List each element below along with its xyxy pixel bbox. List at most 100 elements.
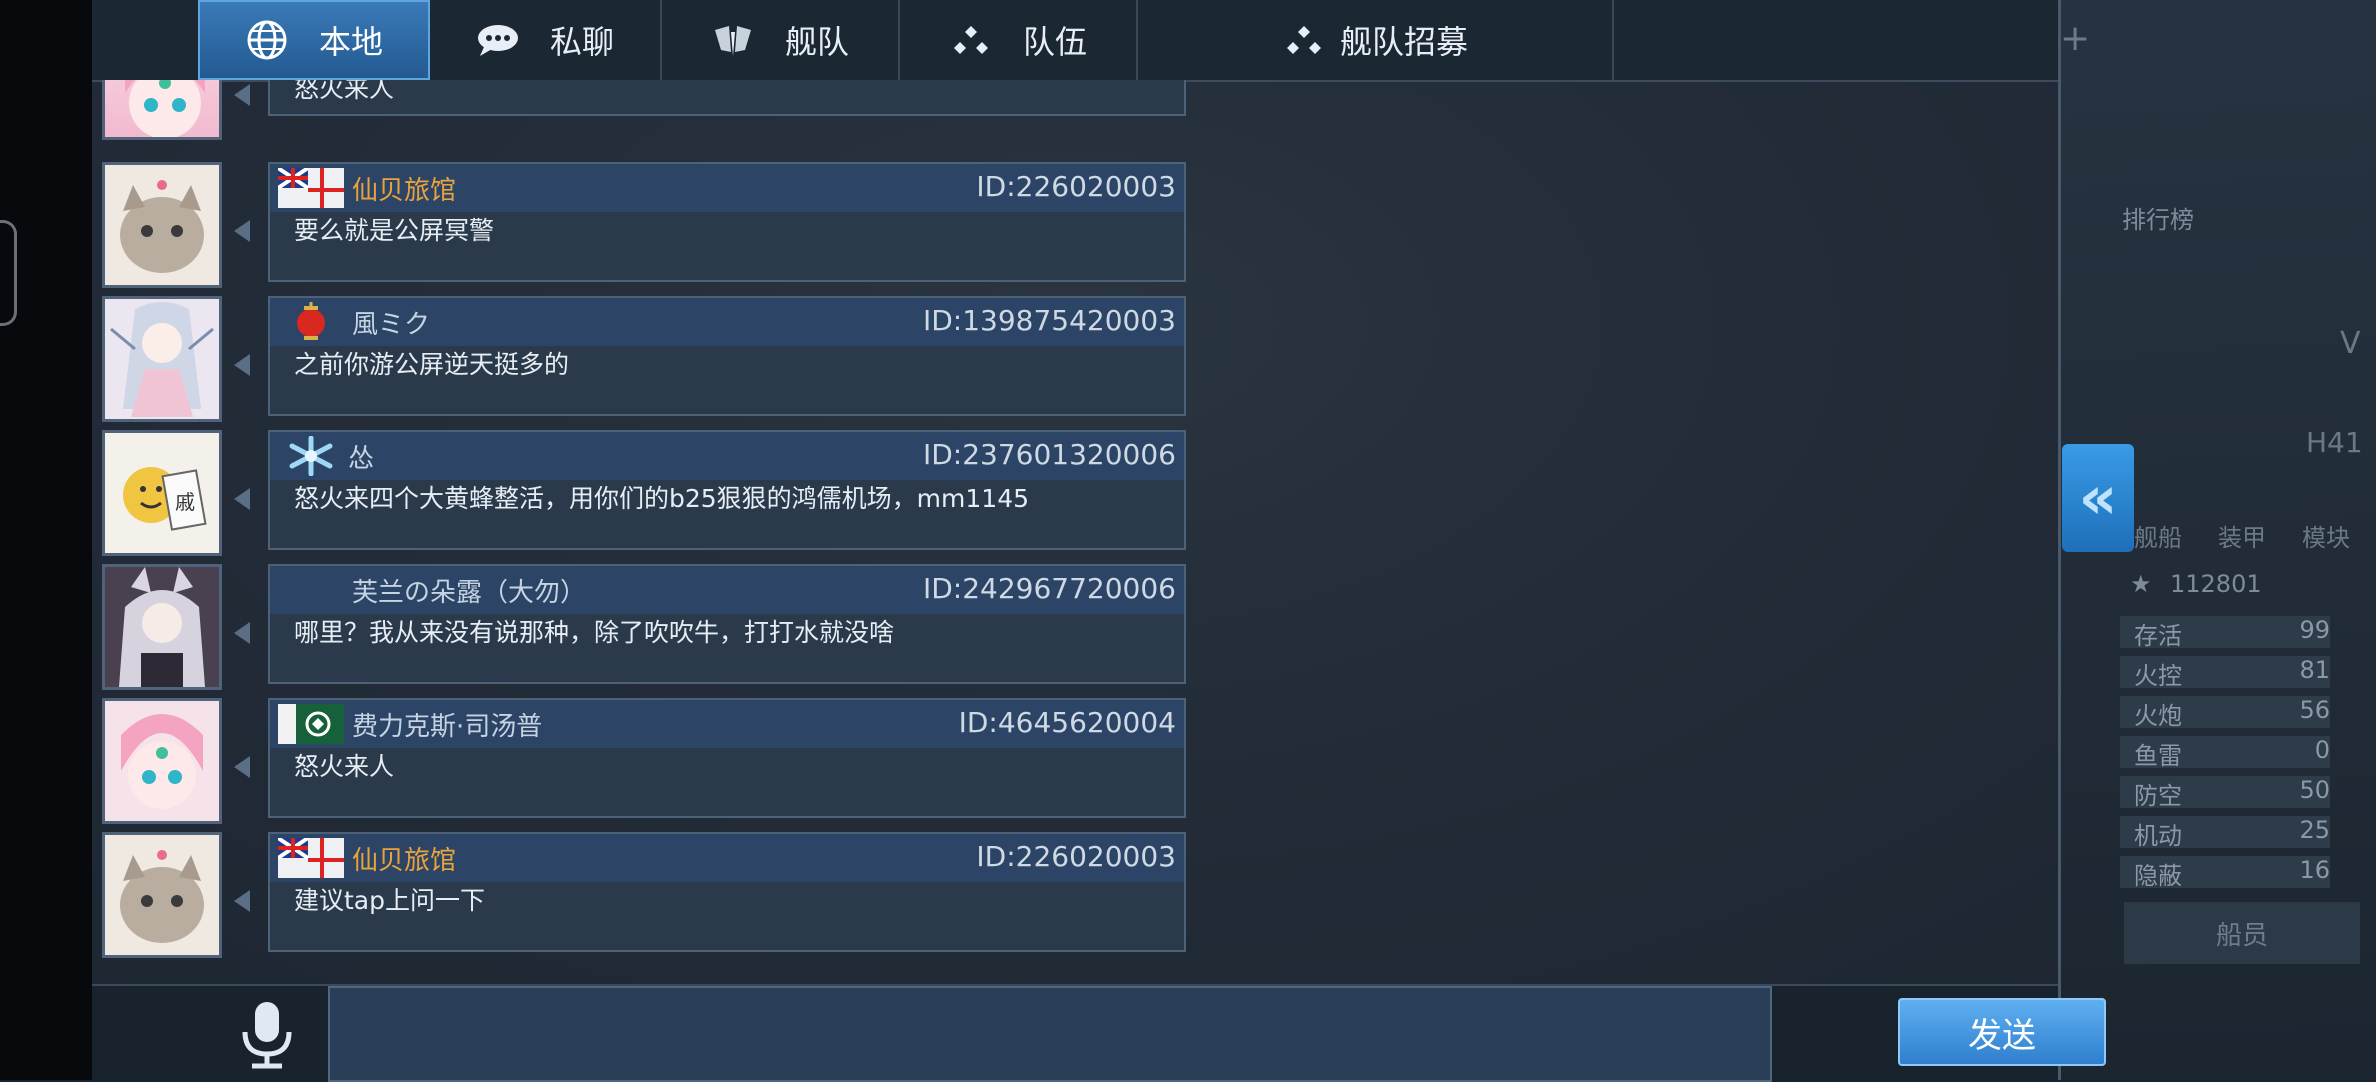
fleet-wings-icon (711, 18, 755, 62)
message-header: 芙兰の朵露（大勿） ID:242967720006 (270, 566, 1184, 614)
sender-name[interactable]: 费力克斯·司汤普 (352, 706, 542, 743)
uk-naval-flag-icon (276, 166, 344, 208)
tab-fleet[interactable]: 舰队 (662, 0, 900, 80)
message-header: 風ミク ID:139875420003 (270, 298, 1184, 346)
message-header: 仙贝旅馆 ID:226020003 (270, 164, 1184, 212)
score-value: 112801 (2170, 570, 2262, 598)
message-header: 怂 ID:237601320006 (270, 432, 1184, 480)
list-item: 仙贝旅馆 ID:226020003 要么就是公屏冥警 (92, 162, 1192, 292)
message-text: 要么就是公屏冥警 (294, 216, 495, 245)
bubble-pointer (234, 220, 250, 242)
sender-id: ID:226020003 (976, 170, 1176, 203)
plus-label: + (2060, 18, 2091, 59)
level-letter: V (2340, 326, 2361, 361)
globe-icon (245, 18, 289, 62)
list-item: 仙贝旅馆 ID:226020003 建议tap上问一下 (92, 832, 1192, 962)
avatar[interactable] (102, 698, 222, 824)
ship-code: H41 (2306, 426, 2363, 459)
team-dots-icon (949, 18, 993, 62)
bubble-pointer (234, 354, 250, 376)
message-header: 仙贝旅馆 ID:226020003 (270, 834, 1184, 882)
chat-input-field[interactable] (328, 986, 1772, 1082)
avatar[interactable] (102, 162, 222, 288)
tab-fleet-recruit[interactable]: 舰队招募 (1138, 0, 1614, 80)
stat-row: 防空 50 (2120, 776, 2330, 810)
tab-fleet-label: 舰队 (784, 23, 849, 61)
tab-local[interactable]: 本地 (198, 0, 430, 80)
sender-name[interactable]: 仙贝旅馆 (352, 170, 456, 207)
avatar[interactable] (102, 80, 222, 140)
avatar[interactable] (102, 296, 222, 422)
tab-local-label: 本地 (318, 23, 383, 61)
team-dots-icon (1282, 18, 1326, 62)
microphone-button[interactable] (232, 998, 302, 1072)
stat-row: 隐蔽 16 (2120, 856, 2330, 890)
bubble-pointer (234, 84, 250, 106)
tab-private-label: 私聊 (549, 23, 614, 61)
sender-id: ID:242967720006 (922, 572, 1176, 605)
chat-bubble-icon (476, 18, 520, 62)
list-item: 芙兰の朵露（大勿） ID:242967720006 哪里？我从来没有说那种，除了… (92, 564, 1192, 694)
tab-team[interactable]: 队伍 (900, 0, 1138, 80)
list-item: 费力克斯·司汤普 ID:4645620004 怒火来人 (92, 698, 1192, 828)
message-text: 怒火来人 (294, 752, 395, 781)
star-icon: ★ (2130, 570, 2152, 598)
sender-id: ID:237601320006 (922, 438, 1176, 471)
chat-input-bar: 发送 (92, 984, 2106, 1082)
message-bubble: 怒火来人 (268, 80, 1186, 116)
avatar[interactable]: 戚 (102, 430, 222, 556)
message-text: 怒火来四个大黄蜂整活，用你们的b25狠狠的鸿儒机场，mm1145 (294, 484, 1030, 513)
sender-name[interactable]: 怂 (348, 438, 374, 475)
stat-row: 火控 81 (2120, 656, 2330, 690)
snowflake-icon (278, 435, 344, 477)
send-button[interactable]: 发送 (1898, 998, 2106, 1066)
armor-tab[interactable]: 装甲 (2218, 518, 2266, 553)
chat-tab-bar: 本地 私聊 舰队 队伍 舰队招募 (92, 0, 2058, 82)
message-bubble: 费力克斯·司汤普 ID:4645620004 怒火来人 (268, 698, 1186, 818)
sender-id: ID:139875420003 (922, 304, 1176, 337)
lantern-icon (278, 302, 344, 342)
double-chevron-left-icon: « (2078, 463, 2118, 533)
sender-name[interactable]: 仙贝旅馆 (352, 840, 456, 877)
message-text: 哪里？我从来没有说那种，除了吹吹牛，打打水就没啥 (294, 618, 895, 647)
ranking-label[interactable]: 排行榜 (2122, 200, 2194, 235)
svg-text:戚: 戚 (175, 490, 195, 514)
message-bubble: 風ミク ID:139875420003 之前你游公屏逆天挺多的 (268, 296, 1186, 416)
message-text: 建议tap上问一下 (294, 886, 485, 915)
message-bubble: 怂 ID:237601320006 怒火来四个大黄蜂整活，用你们的b25狠狠的鸿… (268, 430, 1186, 550)
sender-id: ID:226020003 (976, 840, 1176, 873)
message-bubble: 仙贝旅馆 ID:226020003 建议tap上问一下 (268, 832, 1186, 952)
avatar[interactable] (102, 832, 222, 958)
message-bubble: 芙兰の朵露（大勿） ID:242967720006 哪里？我从来没有说那种，除了… (268, 564, 1186, 684)
uk-naval-flag-icon (276, 836, 344, 878)
sender-name[interactable]: 芙兰の朵露（大勿） (352, 572, 586, 609)
message-list[interactable]: 怒火来人 仙贝旅馆 ID:226020003 要么就是公屏冥警 風ミク ID:1… (92, 80, 1192, 980)
expand-panel-button[interactable]: « (2062, 444, 2134, 552)
ship-tab[interactable]: 舰船 (2134, 518, 2182, 553)
tab-private[interactable]: 私聊 (430, 0, 662, 80)
message-text: 怒火来人 (294, 80, 395, 103)
left-screen-edge (0, 0, 92, 1080)
crew-button[interactable]: 船员 (2124, 902, 2360, 964)
stat-row: 存活 99 (2120, 616, 2330, 650)
message-header: 费力克斯·司汤普 ID:4645620004 (270, 700, 1184, 748)
list-item: 風ミク ID:139875420003 之前你游公屏逆天挺多的 (92, 296, 1192, 426)
stat-row: 鱼雷 0 (2120, 736, 2330, 770)
tab-team-label: 队伍 (1022, 23, 1087, 61)
message-bubble: 仙贝旅馆 ID:226020003 要么就是公屏冥警 (268, 162, 1186, 282)
sender-name[interactable]: 風ミク (352, 304, 430, 341)
stat-row: 火炮 56 (2120, 696, 2330, 730)
list-item: 戚 怂 ID:237601320006 怒火来四个大黄蜂整活，用你们的b25狠狠… (92, 430, 1192, 560)
avatar[interactable] (102, 564, 222, 690)
bubble-pointer (234, 488, 250, 510)
module-tab[interactable]: 模块 (2302, 518, 2350, 553)
tab-fleet-recruit-label: 舰队招募 (1339, 23, 1468, 61)
bubble-pointer (234, 622, 250, 644)
device-notch (0, 220, 17, 326)
green-flag-icon (278, 704, 344, 744)
message-text: 之前你游公屏逆天挺多的 (294, 350, 570, 379)
stat-row: 机动 25 (2120, 816, 2330, 850)
bubble-pointer (234, 890, 250, 912)
microphone-icon (242, 1002, 292, 1069)
bubble-pointer (234, 756, 250, 778)
